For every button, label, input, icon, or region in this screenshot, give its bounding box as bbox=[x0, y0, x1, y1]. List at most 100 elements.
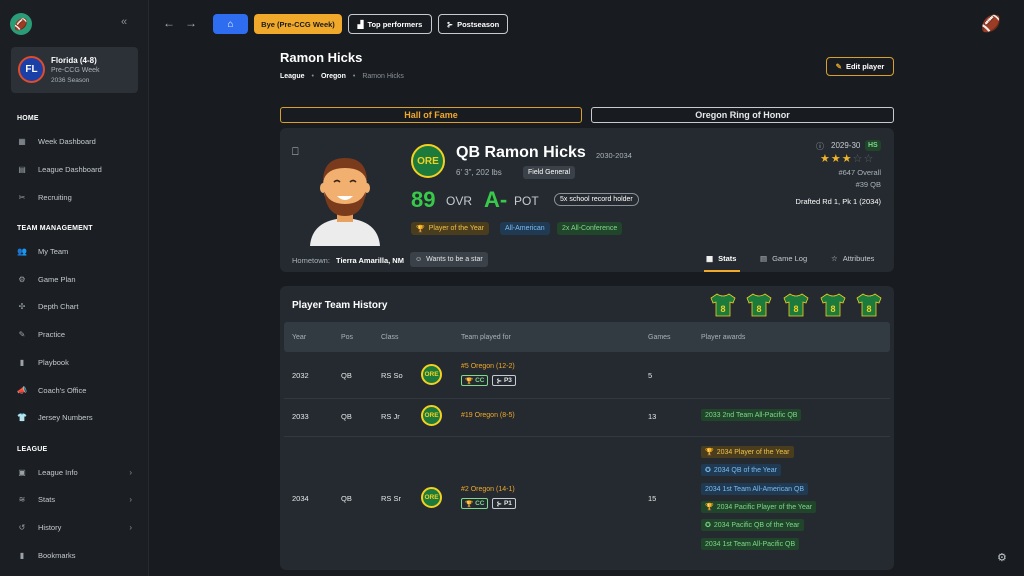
trophy-icon: 🏆 bbox=[416, 225, 425, 233]
forward-arrow-icon[interactable]: → bbox=[185, 16, 197, 30]
sidebar-item-week-dashboard[interactable]: ▦ Week Dashboard bbox=[17, 134, 135, 148]
tab-game-log[interactable]: ▤ Game Log bbox=[760, 254, 807, 263]
row-team-link[interactable]: #19 Oregon (8-5) bbox=[461, 412, 515, 419]
draft-info: Drafted Rd 1, Pk 1 (2034) bbox=[795, 197, 881, 206]
sidebar-item-depth-chart[interactable]: ✣ Depth Chart bbox=[17, 299, 135, 313]
edit-player-button[interactable]: ✎ Edit player bbox=[826, 57, 894, 76]
pot-value: A- bbox=[484, 187, 508, 212]
badge-player-of-year: 🏆 Player of the Year bbox=[411, 222, 489, 235]
jersey-icon: 8 bbox=[820, 293, 846, 317]
breadcrumb-oregon[interactable]: Oregon bbox=[321, 73, 346, 80]
tab-stats[interactable]: ▦ Stats bbox=[706, 254, 736, 263]
league-dashboard-icon: ▤ bbox=[18, 164, 26, 174]
sidebar-item-jersey-numbers[interactable]: 👕 Jersey Numbers bbox=[17, 410, 135, 424]
depth-chart-icon: ✣ bbox=[18, 301, 26, 311]
row-class: RS So bbox=[381, 371, 403, 380]
sidebar-item-league-info[interactable]: ▣ League Info › bbox=[17, 465, 135, 479]
recruit-year: 2029-30 bbox=[831, 141, 861, 150]
table-header bbox=[284, 322, 890, 352]
team-logo-ore[interactable]: ORE bbox=[411, 144, 445, 178]
settings-gear-icon[interactable]: ⚙ bbox=[997, 551, 1007, 564]
football-icon[interactable]: 🏈 bbox=[980, 13, 1002, 35]
jersey-icon: 8 bbox=[783, 293, 809, 317]
ring-of-honor-banner[interactable]: Oregon Ring of Honor bbox=[591, 107, 894, 123]
award-tag: ✪ 2034 Pacific QB of the Year bbox=[701, 519, 804, 531]
collapse-sidebar-icon[interactable]: « bbox=[121, 16, 127, 28]
row-tags: 🏆 CC ⊱ P3 bbox=[461, 375, 516, 386]
tab-attributes[interactable]: ☆ Attributes bbox=[831, 254, 874, 263]
player-name: QB Ramon Hicks bbox=[456, 144, 586, 161]
row-team-link[interactable]: #5 Oregon (12-2) bbox=[461, 363, 515, 370]
conference-champion-tag: 🏆 CC bbox=[461, 375, 489, 386]
badge-all-conference: 2x All-Conference bbox=[557, 222, 623, 235]
sidebar-item-stats[interactable]: ≋ Stats › bbox=[17, 492, 135, 506]
info-icon[interactable]: ⓘ bbox=[816, 141, 824, 152]
row-tags: 🏆 CC ⊱ P1 bbox=[461, 498, 516, 509]
award-tag: 2034 1st Team All-Pacific QB bbox=[701, 538, 800, 550]
row-pos: QB bbox=[341, 371, 352, 380]
top-performers-button[interactable]: ▟ Top performers bbox=[348, 14, 432, 34]
team-logo-ore[interactable]: ORE bbox=[421, 364, 442, 385]
archetype-badge: Field General bbox=[523, 166, 576, 179]
bookmark-icon: ▮ bbox=[19, 550, 25, 560]
col-class: Class bbox=[381, 334, 399, 341]
trophy-icon: 🏆 bbox=[705, 504, 714, 511]
jersey-icon: 👕 bbox=[17, 412, 27, 422]
medal-icon: ✪ bbox=[705, 467, 711, 474]
jersey-icon: 8 bbox=[746, 293, 772, 317]
breadcrumb-current: Ramon Hicks bbox=[362, 73, 404, 80]
page-title: Ramon Hicks bbox=[280, 50, 363, 65]
hall-of-fame-banner[interactable]: Hall of Fame bbox=[280, 107, 582, 123]
postseason-button[interactable]: ⊱ Postseason bbox=[438, 14, 508, 34]
row-team-link[interactable]: #2 Oregon (14-1) bbox=[461, 486, 515, 493]
award-tag: 🏆 2034 Player of the Year bbox=[701, 446, 794, 458]
sidebar-item-coachs-office[interactable]: 📣 Coach's Office bbox=[17, 383, 135, 397]
podium-icon: ▟ bbox=[357, 19, 364, 29]
sidebar-item-game-plan[interactable]: ⚙ Game Plan bbox=[17, 272, 135, 286]
team-logo-ore[interactable]: ORE bbox=[421, 487, 442, 508]
chevron-right-icon: › bbox=[129, 494, 132, 504]
sidebar-item-league-dashboard[interactable]: ▤ League Dashboard bbox=[17, 162, 135, 176]
team-card[interactable]: FL Florida (4-8) Pre-CCG Week 2036 Seaso… bbox=[11, 47, 138, 93]
record-holder-badge: 5x school record holder bbox=[554, 193, 639, 206]
bookmark-add-icon[interactable]: ⎕ bbox=[292, 146, 299, 159]
practice-icon: ✎ bbox=[18, 329, 26, 339]
sidebar-item-recruiting[interactable]: ✂ Recruiting bbox=[17, 190, 135, 204]
badge-all-american: All-American bbox=[500, 222, 550, 235]
row-games: 13 bbox=[648, 412, 657, 421]
breadcrumb-league[interactable]: League bbox=[280, 73, 305, 80]
playoff-tag: ⊱ P1 bbox=[492, 498, 516, 509]
playoff-tag: ⊱ P3 bbox=[492, 375, 516, 386]
sidebar-item-history[interactable]: ↺ History › bbox=[17, 520, 135, 534]
home-button[interactable]: ⌂ bbox=[213, 14, 248, 34]
stats-chart-icon: ▦ bbox=[706, 254, 714, 263]
bracket-icon: ⊱ bbox=[496, 377, 502, 385]
sidebar: 🏈 « FL Florida (4-8) Pre-CCG Week 2036 S… bbox=[0, 0, 149, 576]
overall-rank: #647 Overall bbox=[838, 168, 881, 177]
chevron-right-icon: › bbox=[129, 467, 132, 477]
sidebar-item-bookmarks[interactable]: ▮ Bookmarks bbox=[17, 548, 135, 562]
history-icon: ↺ bbox=[18, 522, 26, 532]
smile-icon: ☺ bbox=[415, 256, 423, 263]
row-pos: QB bbox=[341, 494, 352, 503]
attributes-icon: ☆ bbox=[831, 254, 838, 263]
team-logo: FL bbox=[18, 56, 45, 83]
award-tag: 🏆 2034 Pacific Player of the Year bbox=[701, 501, 817, 513]
col-year: Year bbox=[292, 334, 307, 341]
team-logo-ore[interactable]: ORE bbox=[421, 405, 442, 426]
playbook-icon: ▮ bbox=[19, 357, 25, 367]
back-arrow-icon[interactable]: ← bbox=[163, 16, 175, 30]
sidebar-item-playbook[interactable]: ▮ Playbook bbox=[17, 355, 135, 369]
player-measurements: 6' 3", 202 lbs bbox=[456, 168, 502, 177]
sidebar-item-my-team[interactable]: 👥 My Team bbox=[17, 244, 135, 258]
breadcrumb: League • Oregon • Ramon Hicks bbox=[280, 73, 404, 80]
col-pos: Pos bbox=[341, 334, 354, 341]
row-class: RS Jr bbox=[381, 412, 400, 421]
bye-week-button[interactable]: Bye (Pre-CCG Week) bbox=[254, 14, 342, 34]
ovr-label: OVR bbox=[446, 194, 473, 208]
app-logo-icon[interactable]: 🏈 bbox=[10, 13, 32, 35]
bracket-icon: ⊱ bbox=[496, 500, 502, 508]
nav-section-home: HOME bbox=[17, 115, 39, 122]
sidebar-item-practice[interactable]: ✎ Practice bbox=[17, 327, 135, 341]
team-week: Pre-CCG Week bbox=[51, 67, 100, 74]
